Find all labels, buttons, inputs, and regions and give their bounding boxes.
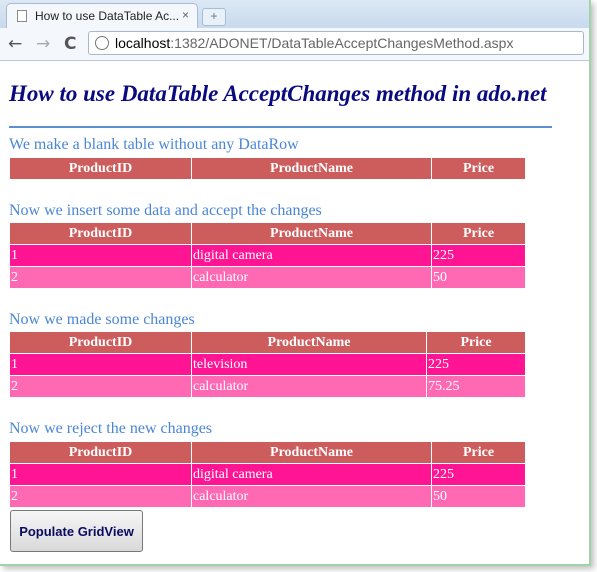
close-tab-icon[interactable]: × xyxy=(182,8,189,22)
cell-price: 75.25 xyxy=(426,375,526,398)
cell-price: 225 xyxy=(431,463,526,486)
table-header-row: ProductID ProductName Price xyxy=(9,441,526,464)
column-header-productname: ProductName xyxy=(191,441,432,464)
cell-productname: calculator xyxy=(191,375,427,398)
table-header-row: ProductID ProductName Price xyxy=(9,157,526,180)
browser-toolbar: ← → C localhost:1382/ADONET/DataTableAcc… xyxy=(0,28,589,61)
url-host: localhost xyxy=(115,35,171,51)
address-bar[interactable]: localhost:1382/ADONET/DataTableAcceptCha… xyxy=(88,31,584,55)
section-title-blank-table: We make a blank table without any DataRo… xyxy=(9,136,299,153)
column-header-productname: ProductName xyxy=(191,157,432,180)
page-icon xyxy=(17,10,27,22)
gridview-modified: ProductID ProductName Price 1 television… xyxy=(9,331,526,398)
cell-productid: 1 xyxy=(9,463,192,486)
section-title-made-changes: Now we made some changes xyxy=(9,311,195,328)
gridview-inserted: ProductID ProductName Price 1 digital ca… xyxy=(9,222,526,289)
globe-icon xyxy=(95,36,109,50)
tab-strip: How to use DataTable Ac... × + xyxy=(0,0,589,29)
forward-arrow-icon[interactable]: → xyxy=(36,34,50,54)
cell-productname: calculator xyxy=(191,266,432,289)
column-header-productname: ProductName xyxy=(191,222,432,245)
cell-productname: television xyxy=(191,353,427,376)
cell-productname: digital camera xyxy=(191,244,432,267)
cell-productid: 2 xyxy=(9,485,192,508)
url-path: :1382/ADONET/DataTableAcceptChangesMetho… xyxy=(170,35,514,51)
table-header-row: ProductID ProductName Price xyxy=(9,222,526,245)
cell-productname: calculator xyxy=(191,485,432,508)
section-title-insert-data: Now we insert some data and accept the c… xyxy=(9,202,322,219)
cell-productid: 2 xyxy=(9,266,192,289)
table-header-row: ProductID ProductName Price xyxy=(9,331,526,354)
cell-price: 50 xyxy=(431,266,526,289)
tab-title: How to use DataTable Ac... xyxy=(35,9,180,23)
reload-icon[interactable]: C xyxy=(64,34,76,54)
column-header-price: Price xyxy=(431,441,526,464)
table-row: 2 calculator 75.25 xyxy=(9,375,526,398)
page-title: How to use DataTable AcceptChanges metho… xyxy=(9,81,547,106)
back-arrow-icon[interactable]: ← xyxy=(8,34,22,54)
cell-productid: 1 xyxy=(9,353,192,376)
column-header-price: Price xyxy=(431,157,526,180)
gridview-blank: ProductID ProductName Price xyxy=(9,157,526,180)
column-header-price: Price xyxy=(426,331,526,354)
table-row: 1 television 225 xyxy=(9,353,526,376)
title-divider xyxy=(9,126,552,128)
gridview-rejected: ProductID ProductName Price 1 digital ca… xyxy=(9,441,526,508)
cell-productid: 2 xyxy=(9,375,192,398)
new-tab-button[interactable]: + xyxy=(202,8,226,26)
browser-window: How to use DataTable Ac... × + ← → C loc… xyxy=(0,0,591,566)
column-header-productid: ProductID xyxy=(9,441,192,464)
page-content: How to use DataTable AcceptChanges metho… xyxy=(0,61,589,564)
url-text: localhost:1382/ADONET/DataTableAcceptCha… xyxy=(115,35,513,51)
populate-gridview-button[interactable]: Populate GridView xyxy=(10,510,143,552)
column-header-price: Price xyxy=(431,222,526,245)
table-row: 2 calculator 50 xyxy=(9,266,526,289)
column-header-productname: ProductName xyxy=(191,331,427,354)
table-row: 1 digital camera 225 xyxy=(9,463,526,486)
table-row: 1 digital camera 225 xyxy=(9,244,526,267)
cell-price: 50 xyxy=(431,485,526,508)
column-header-productid: ProductID xyxy=(9,157,192,180)
column-header-productid: ProductID xyxy=(9,222,192,245)
browser-tab[interactable]: How to use DataTable Ac... × xyxy=(6,3,198,28)
column-header-productid: ProductID xyxy=(9,331,192,354)
section-title-reject-changes: Now we reject the new changes xyxy=(9,420,213,437)
cell-price: 225 xyxy=(426,353,526,376)
cell-productname: digital camera xyxy=(191,463,432,486)
cell-price: 225 xyxy=(431,244,526,267)
cell-productid: 1 xyxy=(9,244,192,267)
table-row: 2 calculator 50 xyxy=(9,485,526,508)
